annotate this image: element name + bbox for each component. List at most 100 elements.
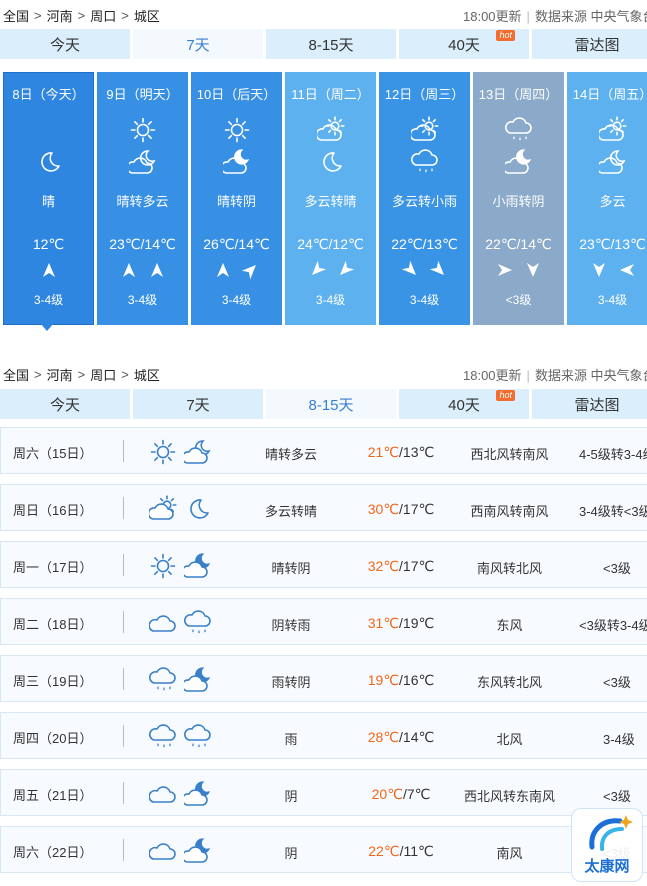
moon-icon (3, 148, 94, 176)
card-wind-level: <3级 (505, 293, 532, 307)
tab-7day[interactable]: 7天 (133, 389, 263, 419)
wind-direction (191, 262, 282, 280)
card-date: 9日（明天） (106, 87, 179, 102)
tab-label: 8-15天 (308, 396, 354, 414)
breadcrumb-item-province[interactable]: 河南 (47, 365, 73, 384)
forecast-row[interactable]: 周六（22日）阴22℃/11℃南风<3级 (0, 826, 647, 873)
card-date: 11日（周二） (291, 87, 370, 102)
day-card[interactable]: 9日（明天） 晴转多云 23℃/14℃ 3-4级 (97, 72, 188, 325)
breadcrumb-item-country[interactable]: 全国 (3, 6, 29, 25)
high-temp: 30℃ (367, 501, 400, 517)
card-weather: 晴 (41, 194, 55, 209)
site-logo[interactable]: 太康网 (571, 808, 643, 882)
row-temperature: 32℃/17℃ (351, 558, 451, 575)
tab-today[interactable]: 今天 (0, 29, 130, 59)
tab-label: 7天 (186, 36, 210, 54)
card-wind-level: 3-4级 (221, 293, 252, 307)
row-day: 周日（16日） (13, 503, 93, 518)
wind-arrow-icon (619, 262, 634, 280)
forecast-row[interactable]: 周五（21日） 阴 20℃/7℃ 西北风转东南风 <3级 (0, 769, 647, 816)
forecast-row[interactable]: 周二（18日） 阴转雨 31℃/19℃ 东风 <3级转3-4级 (0, 598, 647, 645)
row-temperature: 28℃/14℃ (351, 729, 451, 746)
card-weather: 晴转阴 (216, 194, 256, 209)
day-card[interactable]: 13日（周四） 小雨转阴 22℃/14℃ <3级 (473, 72, 564, 325)
row-weather: 阴转雨 (271, 618, 311, 633)
row-weather: 雨转阴 (271, 675, 311, 690)
breadcrumb-item-district[interactable]: 城区 (134, 365, 160, 384)
day-card[interactable]: 12日（周三） 多云转小雨 22℃/13℃ 3-4级 (379, 72, 470, 325)
tab-8-15day[interactable]: 8-15天 (266, 389, 396, 419)
sun-icon (149, 438, 177, 466)
breadcrumb-item-district[interactable]: 城区 (134, 6, 160, 25)
row-temperature: 30℃/17℃ (351, 501, 451, 518)
card-temperature: 22℃/14℃ (485, 236, 552, 252)
low-temp: /17℃ (399, 558, 435, 574)
breadcrumb-separator: > (34, 366, 42, 382)
row-temperature: 20℃/7℃ (351, 786, 451, 803)
card-wind-level: 3-4级 (127, 293, 158, 307)
update-time: 18:00更新 (463, 367, 522, 383)
divider (123, 668, 124, 690)
row-wind: 西北风转东南风 (463, 789, 555, 804)
high-temp: 20℃ (371, 786, 403, 802)
breadcrumb-item-province[interactable]: 河南 (47, 6, 73, 25)
card-date: 12日（周三） (384, 87, 465, 102)
tab-40day[interactable]: 40天 hot (399, 389, 529, 419)
row-weather: 晴转多云 (264, 447, 317, 462)
tab-radar[interactable]: 雷达图 (532, 389, 647, 419)
day-card[interactable]: 8日（今天） 晴 12℃ 3-4级 (3, 72, 94, 325)
row-day: 周六（22日） (13, 845, 93, 860)
hot-badge: hot (496, 30, 515, 41)
partly-cloudy-icon (379, 116, 470, 144)
day-card[interactable]: 11日（周二） 多云转晴 24℃/12℃ 3-4级 (285, 72, 376, 325)
tab-label: 40天 (448, 36, 480, 54)
row-wind-level: 3-4级 (603, 732, 635, 747)
tab-8-15day[interactable]: 8-15天 (266, 29, 396, 59)
wind-direction (3, 262, 94, 280)
forecast-row[interactable]: 周三（19日） 雨转阴 19℃/16℃ 东风转北风 <3级 (0, 655, 647, 702)
row-day: 周五（21日） (13, 788, 93, 803)
wind-direction (473, 262, 564, 280)
low-temp: /13℃ (399, 444, 435, 460)
wind-arrow-icon (401, 260, 418, 280)
card-temperature: 24℃/12℃ (297, 236, 364, 252)
row-wind-level: <3级 (603, 789, 631, 804)
wind-arrow-icon (338, 260, 354, 280)
tab-7day[interactable]: 7天 (133, 29, 263, 59)
breadcrumb-item-city[interactable]: 周口 (90, 6, 116, 25)
breadcrumb-item-country[interactable]: 全国 (3, 365, 29, 384)
row-wind-level: 3-4级转<3级 (579, 504, 647, 519)
forecast-row[interactable]: 周四（20日） 雨 28℃/14℃ 北风 3-4级 (0, 712, 647, 759)
wind-arrow-icon (592, 262, 606, 280)
wind-arrow-icon (497, 262, 512, 280)
sun-icon (191, 116, 282, 144)
day-card[interactable]: 10日（后天） 晴转阴 26℃/14℃ 3-4级 (191, 72, 282, 325)
rain-cloud-icon (473, 116, 564, 144)
breadcrumb-item-city[interactable]: 周口 (90, 365, 116, 384)
partly-cloudy-icon (285, 116, 376, 144)
tab-40day[interactable]: 40天 hot (399, 29, 529, 59)
forecast-row[interactable]: 周六（15日） 晴转多云 21℃/13℃ 西北风转南风 4-5级转3-4级 (0, 427, 647, 474)
tab-radar[interactable]: 雷达图 (532, 29, 647, 59)
low-temp: /16℃ (399, 672, 435, 688)
rain-cloud-icon (379, 148, 470, 176)
breadcrumb-separator: > (121, 366, 129, 382)
card-wind-level: 3-4级 (315, 293, 346, 307)
card-date: 8日（今天） (12, 87, 85, 102)
high-temp: 28℃ (367, 729, 400, 745)
tab-label: 7天 (186, 396, 210, 414)
rain-cloud-icon (184, 723, 212, 751)
low-temp: /14℃ (399, 729, 435, 745)
update-time: 18:00更新 (463, 8, 522, 24)
data-source: 数据来源 中央气象台 (534, 8, 647, 24)
tab-today[interactable]: 今天 (0, 389, 130, 419)
forecast-row[interactable]: 周日（16日） 多云转晴 30℃/17℃ 西南风转南风 3-4级转<3级 (0, 484, 647, 531)
forecast-row[interactable]: 周一（17日） 晴转阴 32℃/17℃ 南风转北风 <3级 (0, 541, 647, 588)
update-info: 18:00更新 | 数据来源 中央气象台 (463, 6, 647, 25)
card-wind-level: 3-4级 (409, 293, 440, 307)
day-card[interactable]: 14日（周五） 多云 23℃/13℃ 3-4级 (567, 72, 647, 325)
row-wind: 东风 (496, 618, 523, 633)
card-date: 14日（周五） (572, 87, 647, 102)
cloud-moon-icon (184, 438, 212, 466)
low-temp: /19℃ (399, 615, 435, 631)
